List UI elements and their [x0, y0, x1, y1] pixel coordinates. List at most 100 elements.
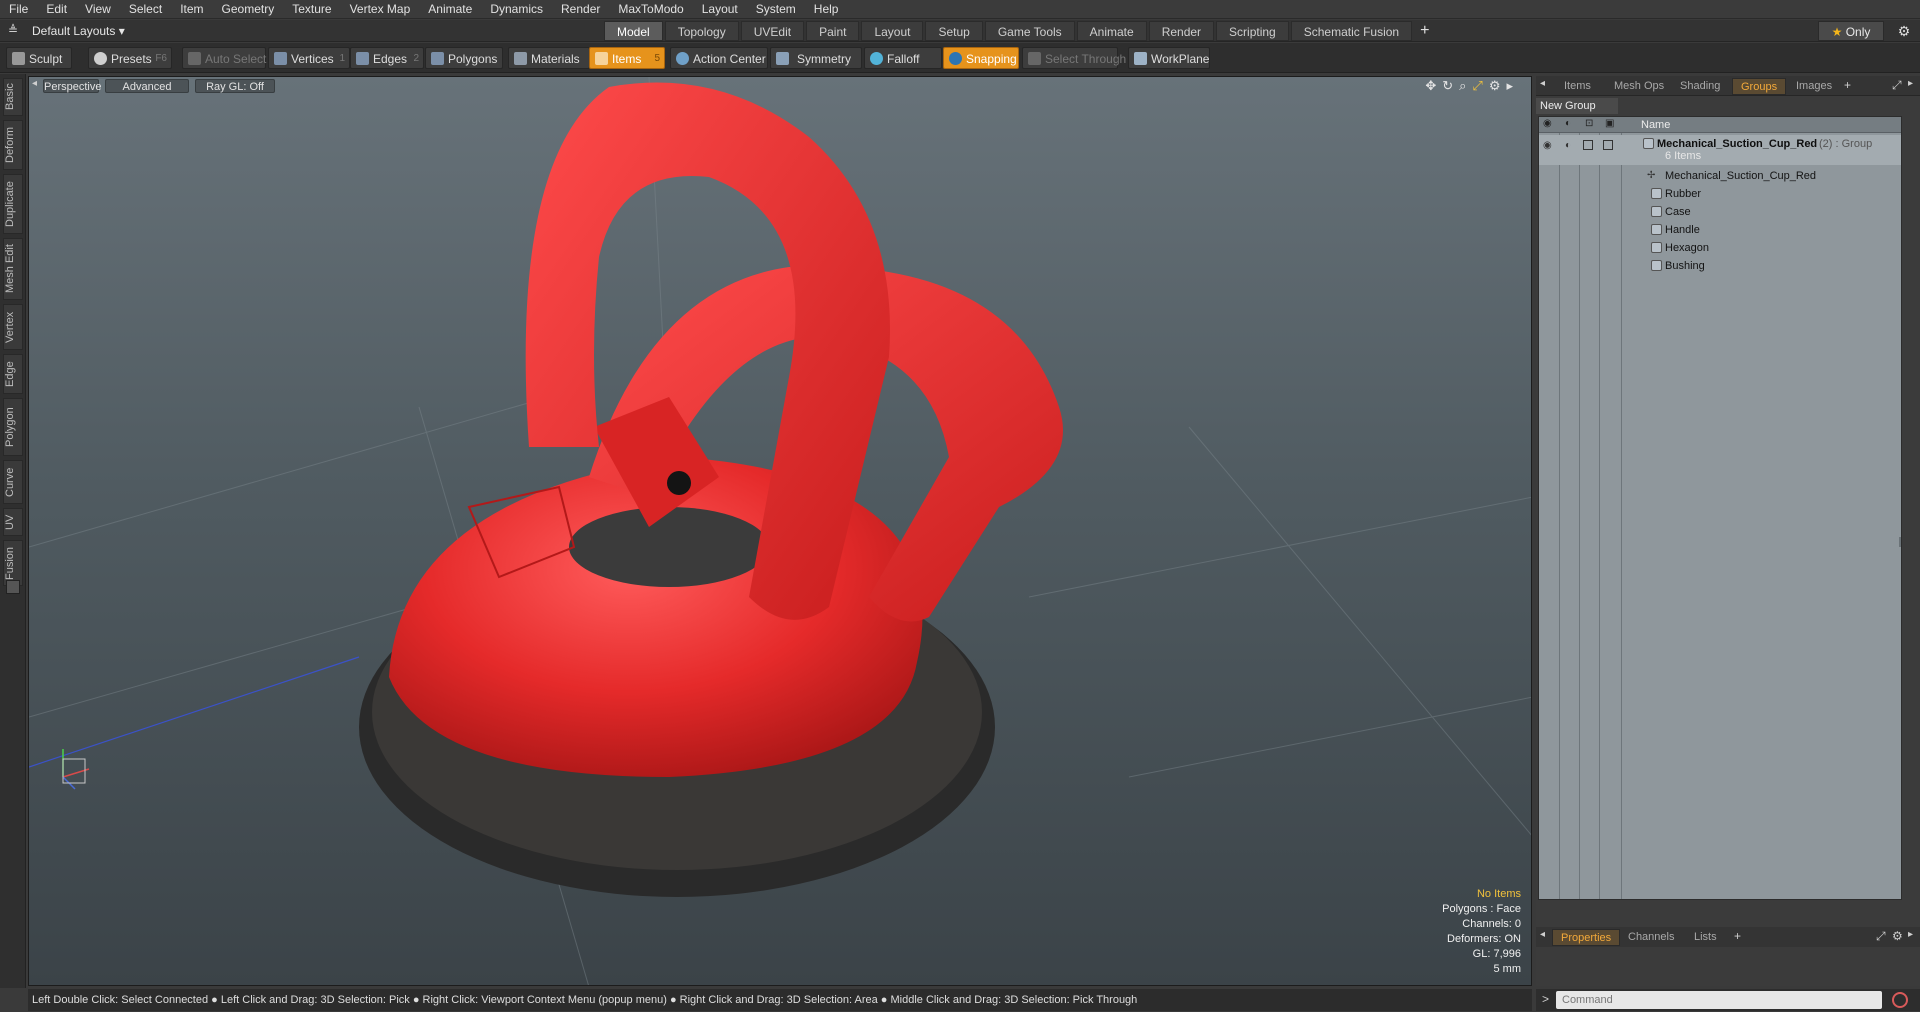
materials-button[interactable]: Materials: [508, 47, 590, 69]
fit-icon[interactable]: ⤢: [1472, 78, 1482, 94]
add-tab-icon[interactable]: +: [1844, 78, 1851, 92]
tab-layout[interactable]: Layout: [861, 21, 924, 41]
menu-layout[interactable]: Layout: [693, 0, 747, 19]
tab-mesh-ops[interactable]: Mesh Ops: [1606, 78, 1672, 95]
tab-properties[interactable]: Properties: [1552, 929, 1621, 946]
gear-icon[interactable]: ⚙: [1894, 21, 1914, 41]
vtab-polygon[interactable]: Polygon: [3, 398, 23, 456]
maximize-icon[interactable]: ⤢: [1892, 78, 1902, 93]
vtab-uv[interactable]: UV: [3, 508, 23, 536]
menu-view[interactable]: View: [76, 0, 120, 19]
vtab-curve[interactable]: Curve: [3, 460, 23, 504]
panel-menu-icon[interactable]: ◂: [1540, 929, 1545, 940]
tab-paint[interactable]: Paint: [806, 21, 860, 41]
vertices-button[interactable]: Vertices 1: [268, 47, 350, 69]
menu-item[interactable]: Item: [171, 0, 212, 19]
pan-icon[interactable]: ✥: [1425, 78, 1436, 94]
raygl-button[interactable]: Ray GL: Off: [195, 79, 275, 93]
polygons-button[interactable]: Polygons: [425, 47, 503, 69]
3d-viewport[interactable]: ◂ Perspective Advanced Ray GL: Off ✥ ↻ ⌕…: [28, 76, 1532, 986]
action-center-button[interactable]: Action Center: [670, 47, 768, 69]
menu-system[interactable]: System: [747, 0, 805, 19]
symmetry-button[interactable]: Symmetry: [770, 47, 862, 69]
items-button[interactable]: Items 5: [589, 47, 665, 69]
rotate-icon[interactable]: ↻: [1442, 78, 1453, 94]
menu-animate[interactable]: Animate: [419, 0, 481, 19]
expand-right-icon[interactable]: ▸: [1908, 929, 1913, 940]
tab-topology[interactable]: Topology: [664, 21, 739, 41]
menu-edit[interactable]: Edit: [37, 0, 76, 19]
vtab-basic[interactable]: Basic: [3, 78, 23, 116]
tab-lists[interactable]: Lists: [1686, 929, 1725, 946]
render-icon[interactable]: ◐: [1565, 118, 1571, 129]
vtab-deform[interactable]: Deform: [3, 120, 23, 170]
viewport-menu-icon[interactable]: ◂: [32, 78, 37, 89]
only-button[interactable]: ★ Only: [1818, 21, 1884, 41]
eye-icon[interactable]: ◉: [1543, 118, 1552, 129]
edges-button[interactable]: Edges 2: [350, 47, 424, 69]
auto-select-button[interactable]: Auto Select: [182, 47, 266, 69]
panel-menu-icon[interactable]: ◂: [1540, 78, 1545, 89]
tab-render[interactable]: Render: [1148, 21, 1215, 41]
list-item[interactable]: ✢ Mechanical_Suction_Cup_Red: [1539, 167, 1901, 185]
workplane-button[interactable]: WorkPlane: [1128, 47, 1210, 69]
presets-button[interactable]: Presets F6: [88, 47, 172, 69]
tab-items[interactable]: Items: [1556, 78, 1599, 95]
tab-shading[interactable]: Shading: [1672, 78, 1728, 95]
menu-help[interactable]: Help: [805, 0, 848, 19]
tab-groups[interactable]: Groups: [1732, 78, 1787, 95]
expand-right-icon[interactable]: ▸: [1908, 78, 1913, 89]
menu-geometry[interactable]: Geometry: [213, 0, 284, 19]
select-through-button[interactable]: Select Through: [1022, 47, 1126, 69]
tab-game-tools[interactable]: Game Tools: [984, 21, 1075, 41]
scrollbar-thumb[interactable]: [1899, 537, 1901, 547]
view-type-button[interactable]: Perspective: [43, 79, 101, 93]
snapping-button[interactable]: Snapping: [943, 47, 1019, 69]
tab-uvedit[interactable]: UVEdit: [740, 21, 805, 41]
maximize-icon[interactable]: ⤢: [1876, 929, 1886, 944]
expand-right-icon[interactable]: ▸: [1506, 78, 1513, 94]
menu-file[interactable]: File: [0, 0, 37, 19]
zoom-icon[interactable]: ⌕: [1459, 78, 1466, 94]
list-item[interactable]: Case: [1539, 203, 1901, 221]
lock-icon[interactable]: ⊡: [1585, 118, 1593, 129]
name-column-header[interactable]: Name: [1641, 117, 1670, 133]
tab-animate[interactable]: Animate: [1076, 21, 1147, 41]
tab-schematic-fusion[interactable]: Schematic Fusion: [1290, 21, 1413, 41]
record-icon[interactable]: [1892, 992, 1908, 1008]
lock-checkbox[interactable]: [1583, 140, 1593, 150]
render-toggle-icon[interactable]: ◐: [1565, 137, 1571, 155]
menu-select[interactable]: Select: [120, 0, 171, 19]
add-tab-icon[interactable]: +: [1414, 21, 1435, 41]
falloff-button[interactable]: Falloff: [864, 47, 942, 69]
tab-scripting[interactable]: Scripting: [1216, 21, 1289, 41]
list-item[interactable]: Handle: [1539, 221, 1901, 239]
new-group-button[interactable]: New Group: [1536, 98, 1618, 114]
menu-vertex-map[interactable]: Vertex Map: [341, 0, 420, 19]
settings-icon[interactable]: ⚙: [1489, 78, 1501, 94]
add-tab-icon[interactable]: +: [1734, 929, 1741, 943]
menu-render[interactable]: Render: [552, 0, 609, 19]
tab-images[interactable]: Images: [1788, 78, 1840, 95]
vtab-duplicate[interactable]: Duplicate: [3, 174, 23, 234]
tab-model[interactable]: Model: [604, 21, 663, 41]
layout-selector[interactable]: Default Layouts ▾: [22, 20, 135, 42]
select-icon[interactable]: ▣: [1605, 118, 1614, 129]
collapse-icon[interactable]: ≜: [8, 23, 18, 37]
group-row[interactable]: ◉ ◐ Mechanical_Suction_Cup_Red (2) : Gro…: [1539, 135, 1901, 165]
tab-setup[interactable]: Setup: [925, 21, 983, 41]
menu-maxtomodo[interactable]: MaxToModo: [609, 0, 692, 19]
list-item[interactable]: Rubber: [1539, 185, 1901, 203]
expand-icon[interactable]: [6, 580, 20, 594]
visibility-eye-icon[interactable]: ◉: [1543, 137, 1552, 155]
command-input[interactable]: Command: [1556, 991, 1882, 1009]
vtab-edge[interactable]: Edge: [3, 354, 23, 394]
list-item[interactable]: Bushing: [1539, 257, 1901, 275]
select-checkbox[interactable]: [1603, 140, 1613, 150]
shading-button[interactable]: Advanced: [105, 79, 189, 93]
tab-channels[interactable]: Channels: [1620, 929, 1682, 946]
menu-dynamics[interactable]: Dynamics: [481, 0, 552, 19]
vtab-mesh-edit[interactable]: Mesh Edit: [3, 238, 23, 300]
gear-icon[interactable]: ⚙: [1892, 929, 1903, 943]
sculpt-button[interactable]: Sculpt: [6, 47, 72, 69]
